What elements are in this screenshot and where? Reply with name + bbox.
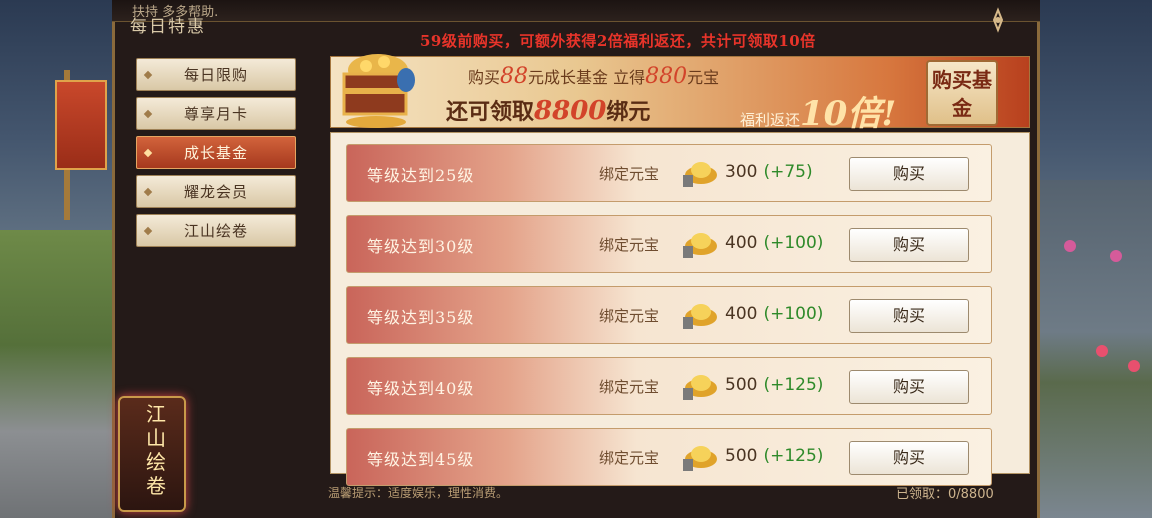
- currency-label: 绑定元宝: [599, 449, 660, 467]
- currency-label: 绑定元宝: [599, 307, 660, 325]
- reward-value: 400: [725, 304, 758, 324]
- table-row: 等级达到30级 绑定元宝 400 (+100) 购买: [346, 215, 992, 273]
- sidebar-item-label: 尊享月卡: [183, 105, 248, 123]
- table-row: 等级达到45级 绑定元宝 500 (+125) 购买: [346, 428, 992, 486]
- level-requirement: 等级达到25级: [367, 166, 475, 185]
- diamond-bullet-icon: [143, 109, 153, 119]
- sidebar-item-scroll[interactable]: 江山绘卷: [136, 214, 296, 247]
- buy-button[interactable]: 购买: [849, 370, 969, 404]
- gold-ingot-icon: [681, 368, 719, 402]
- buy-button[interactable]: 购买: [849, 157, 969, 191]
- reward-value: 500: [725, 446, 758, 466]
- promo-text: 元成长基金 立得: [528, 68, 646, 87]
- sidebar-item-label: 每日限购: [183, 66, 248, 84]
- sidebar-item-daily-limited[interactable]: 每日限购: [136, 58, 296, 91]
- promo-headline: 59级前购买，可额外获得2倍福利返还，共计可领取10倍: [420, 32, 816, 50]
- sidebar-item-growth-fund[interactable]: 成长基金: [136, 136, 296, 169]
- buy-button[interactable]: 购买: [849, 299, 969, 333]
- reward-amount: 500 (+125): [725, 446, 823, 466]
- cloud-ornament-icon: [984, 6, 1012, 34]
- buy-fund-button[interactable]: 购买基金: [926, 60, 998, 126]
- sidebar-item-dragon-member[interactable]: 耀龙会员: [136, 175, 296, 208]
- scene-flower: [1096, 345, 1108, 357]
- promo-text: 还可领取: [446, 99, 535, 125]
- page-title: 每日特惠: [130, 17, 206, 37]
- gold-ingot-icon: [681, 439, 719, 473]
- reward-bonus: (+75): [763, 162, 813, 182]
- currency-label: 绑定元宝: [599, 378, 660, 396]
- reward-amount: 300 (+75): [725, 162, 813, 182]
- currency-label: 绑定元宝: [599, 236, 660, 254]
- currency-label: 绑定元宝: [599, 165, 660, 183]
- reward-amount: 400 (+100): [725, 304, 823, 324]
- diamond-bullet-icon: [143, 70, 153, 80]
- scene-flower: [1064, 240, 1076, 252]
- scene-ground-right: [1036, 180, 1152, 518]
- reward-bonus: (+125): [763, 446, 824, 466]
- sidebar-item-label: 成长基金: [183, 144, 248, 162]
- diamond-bullet-icon: [143, 187, 153, 197]
- promo-bonus: 福利返还10倍!: [740, 86, 896, 135]
- scroll-event-badge-label: 江山绘卷: [146, 402, 166, 498]
- scene-flower: [1128, 360, 1140, 372]
- reward-value: 500: [725, 375, 758, 395]
- sidebar-item-label: 耀龙会员: [183, 183, 248, 201]
- gold-ingot-icon: [681, 297, 719, 331]
- reward-amount: 500 (+125): [725, 375, 823, 395]
- sidebar: 每日限购 尊享月卡 成长基金 耀龙会员 江山绘卷: [128, 58, 300, 253]
- promo-bonus-multiplier: 10倍!: [800, 94, 897, 134]
- footer-tip: 温馨提示：适度娱乐，理性消费。: [328, 486, 509, 500]
- promo-text: 绑元: [606, 99, 651, 125]
- level-requirement: 等级达到35级: [367, 308, 475, 327]
- promo-line-1: 购买88元成长基金 立得880元宝: [468, 64, 719, 89]
- promo-reward: 880: [645, 64, 688, 89]
- gold-ingot-icon: [681, 155, 719, 189]
- reward-bonus: (+125): [763, 375, 824, 395]
- panel-top-bar: [112, 0, 1040, 22]
- scene-flower: [1110, 250, 1122, 262]
- promo-price: 88: [500, 64, 529, 89]
- promo-bonus-label: 福利返还: [740, 111, 801, 129]
- gold-ingot-icon: [681, 226, 719, 260]
- reward-bonus: (+100): [763, 233, 824, 253]
- promo-text: 购买: [468, 68, 501, 87]
- table-row: 等级达到25级 绑定元宝 300 (+75) 购买: [346, 144, 992, 202]
- promo-bound-amount: 8800: [534, 96, 607, 126]
- level-requirement: 等级达到45级: [367, 450, 475, 469]
- reward-value: 300: [725, 162, 758, 182]
- promo-line-2: 还可领取8800绑元: [446, 94, 650, 126]
- level-requirement: 等级达到40级: [367, 379, 475, 398]
- buy-button[interactable]: 购买: [849, 441, 969, 475]
- sidebar-item-label: 江山绘卷: [183, 222, 248, 240]
- table-row: 等级达到40级 绑定元宝 500 (+125) 购买: [346, 357, 992, 415]
- reward-amount: 400 (+100): [725, 233, 823, 253]
- reward-bonus: (+100): [763, 304, 824, 324]
- diamond-bullet-icon: [143, 148, 153, 158]
- claimed-counter: 已领取：0/8800: [896, 487, 994, 502]
- table-row: 等级达到35级 绑定元宝 400 (+100) 购买: [346, 286, 992, 344]
- reward-value: 400: [725, 233, 758, 253]
- treasure-chest-icon: [336, 40, 420, 130]
- buy-button[interactable]: 购买: [849, 228, 969, 262]
- diamond-bullet-icon: [143, 226, 153, 236]
- level-requirement: 等级达到30级: [367, 237, 475, 256]
- sidebar-item-monthly-card[interactable]: 尊享月卡: [136, 97, 296, 130]
- scene-banner: [55, 80, 107, 170]
- promo-text: 元宝: [687, 68, 720, 87]
